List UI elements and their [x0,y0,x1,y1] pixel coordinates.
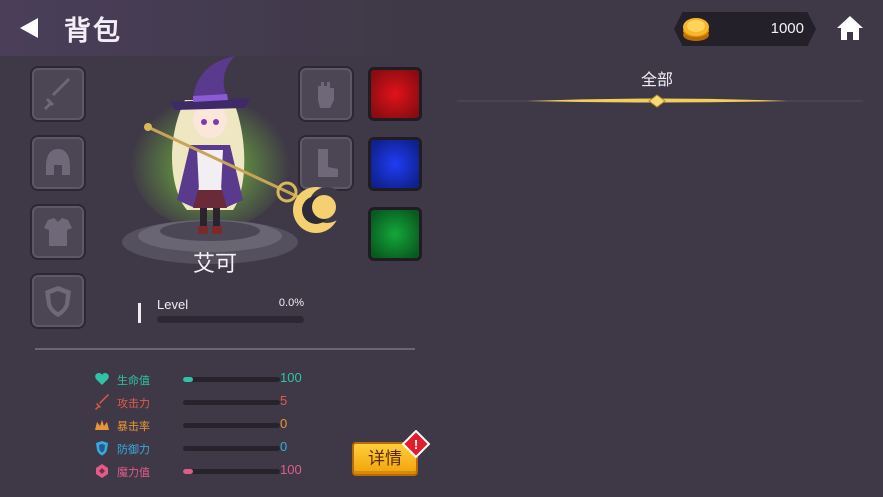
home-icon [837,16,863,40]
stat-bar [183,423,280,428]
stat-row-mana: 魔力值 100 [94,461,314,481]
stat-label: 生命值 [117,375,150,387]
stat-row-defense: 防御力 0 [94,438,314,458]
level-progress-bar [157,316,304,323]
back-button[interactable] [14,13,44,43]
stat-value: 100 [280,370,302,385]
helmet-slot[interactable] [30,135,86,191]
stat-label: 魔力值 [117,467,150,479]
stat-value: 0 [280,416,288,431]
blue-gem-slot[interactable] [368,137,422,191]
stat-fill [183,377,193,382]
home-button[interactable] [835,13,865,43]
sword-slot-icon [44,78,70,110]
crit-flame-icon [95,420,109,430]
stat-value: 100 [280,462,302,477]
level-marker [138,303,141,323]
page-title: 背包 [64,16,122,47]
tab-all[interactable]: 全部 [615,66,699,90]
armor-slot-icon [44,218,72,246]
sword-icon [95,394,109,410]
stat-row-attack: 攻击力 5 [94,392,314,412]
stat-row-hp: 生命值 100 [94,369,314,389]
level-label: Level [157,297,189,312]
green-gem-slot[interactable] [368,207,422,261]
shield-icon [96,441,108,456]
magic-gem-icon [96,464,108,478]
heart-icon [95,373,109,385]
stat-bar [183,400,280,405]
armor-slot[interactable] [30,204,86,260]
gold-coin-icon [683,18,709,41]
stat-label: 防御力 [117,444,150,456]
tab-underline [457,94,863,108]
stat-value: 0 [280,439,288,454]
shield-slot-icon [45,286,71,317]
stat-label: 攻击力 [117,398,150,410]
shield-slot[interactable] [30,273,86,329]
stat-fill [183,469,193,474]
stat-bar [183,377,280,382]
red-gem-slot[interactable] [368,67,422,121]
weapon-slot[interactable] [30,66,86,122]
back-arrow-icon [20,18,38,38]
character-name: 艾可 [192,252,237,277]
stat-bar [183,469,280,474]
coin-panel: 1000 [674,12,816,46]
stat-row-crit: 暴击率 0 [94,415,314,435]
coin-count: 1000 [770,20,804,37]
alert-badge-text: ! [414,437,418,452]
stat-value: 5 [280,393,288,408]
helmet-slot-icon [46,149,70,175]
alert-badge-icon: ! [402,430,430,458]
stat-bar [183,446,280,451]
stats-divider [35,348,415,350]
stat-label: 暴击率 [117,421,150,433]
level-percent: 0.0% [278,297,304,309]
